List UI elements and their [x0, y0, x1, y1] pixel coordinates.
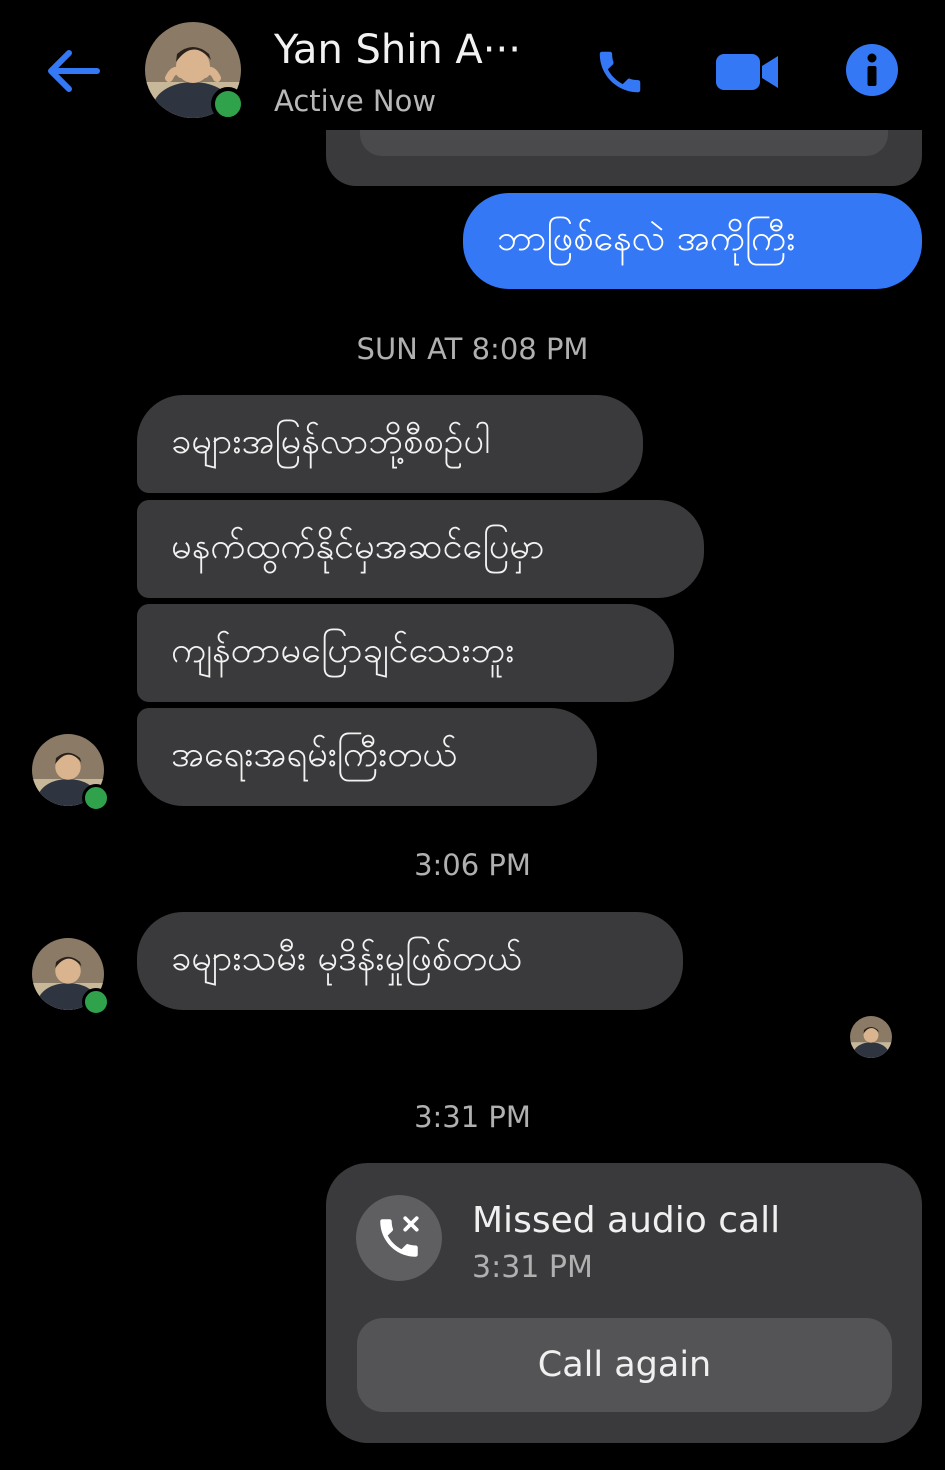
missed-call-icon-badge — [356, 1195, 442, 1281]
back-button[interactable] — [40, 38, 106, 104]
arrow-left-icon — [48, 50, 100, 92]
online-status-dot — [82, 784, 110, 812]
incoming-message[interactable]: ကျန်တာမပြောချင်သေးဘူး — [137, 604, 674, 702]
incoming-message[interactable]: ခများသမီး မုဒိန်းမှုဖြစ်တယ် — [137, 912, 683, 1010]
info-icon — [846, 44, 898, 96]
avatar-image — [850, 1016, 892, 1058]
call-again-button[interactable]: Call again — [357, 1318, 892, 1412]
incoming-message[interactable]: ခများအမြန်လာဘို့စီစဉ်ပါ — [137, 395, 643, 493]
contact-name[interactable]: Yan Shin A··· — [274, 27, 521, 73]
info-button[interactable] — [840, 38, 904, 102]
previous-message-bubble[interactable] — [326, 130, 922, 186]
missed-call-title: Missed audio call — [472, 1200, 781, 1241]
online-status-dot — [82, 988, 110, 1016]
audio-call-button[interactable] — [588, 40, 652, 104]
incoming-message[interactable]: အရေးအရမ်းကြီးတယ် — [137, 708, 597, 806]
active-status: Active Now — [274, 84, 437, 118]
previous-message-inner — [360, 130, 888, 156]
missed-call-icon — [380, 1216, 419, 1257]
video-call-button[interactable] — [710, 42, 784, 102]
outgoing-message[interactable]: ဘာဖြစ်နေလဲ အကိုကြီး — [463, 193, 922, 289]
online-status-dot — [211, 87, 245, 121]
video-camera-icon — [716, 54, 778, 90]
timestamp-divider: 3:06 PM — [414, 848, 531, 882]
read-receipt-avatar — [850, 1016, 892, 1058]
missed-call-time: 3:31 PM — [472, 1250, 593, 1285]
timestamp-divider: 3:31 PM — [414, 1100, 531, 1134]
incoming-message[interactable]: မနက်ထွက်နိုင်မှအဆင်ပြေမှာ — [137, 500, 704, 598]
phone-icon — [599, 51, 641, 93]
timestamp-divider: SUN AT 8:08 PM — [356, 332, 589, 366]
